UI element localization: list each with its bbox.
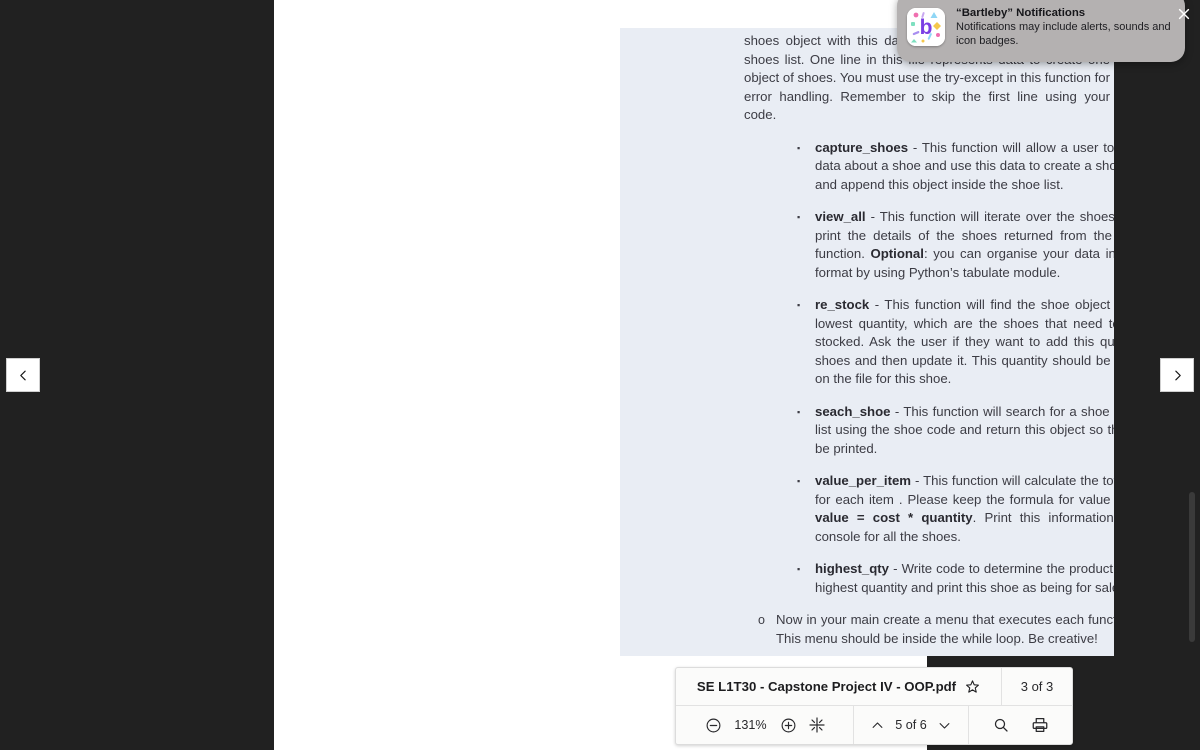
bullet-text: value_per_item - This function will calc… bbox=[815, 472, 1114, 546]
bullet-text: seach_shoe - This function will search f… bbox=[815, 403, 1114, 459]
page-indicator-label: 5 of 6 bbox=[895, 718, 927, 732]
close-icon bbox=[1178, 8, 1190, 20]
function-name: capture_shoes bbox=[815, 139, 909, 155]
bullet-text: highest_qty - Write code to determine th… bbox=[815, 560, 1114, 597]
chevron-left-icon bbox=[19, 370, 26, 380]
list-item: ▪ capture_shoes - This function will all… bbox=[797, 139, 1114, 195]
square-bullet-icon: ▪ bbox=[797, 406, 801, 417]
list-item: ▪ view_all - This function will iterate … bbox=[797, 208, 1114, 282]
function-name: value_per_item bbox=[815, 473, 912, 488]
star-icon[interactable] bbox=[965, 679, 980, 694]
close-button[interactable] bbox=[1174, 4, 1194, 24]
circle-bullet-icon: o bbox=[758, 613, 765, 627]
bullet-emphasis: Optional bbox=[870, 246, 924, 261]
square-bullet-icon: ▪ bbox=[797, 212, 801, 222]
prev-page-button[interactable] bbox=[6, 358, 40, 392]
function-name: re_stock bbox=[815, 297, 870, 312]
closing-instruction: o Now in your main create a menu that ex… bbox=[758, 611, 1114, 648]
function-bullet-list: ▪ capture_shoes - This function will all… bbox=[797, 139, 1114, 598]
pdf-toolbar-controls-row: 131% 5 of 6 bbox=[676, 706, 1072, 744]
bullet-emphasis: value = cost * quantity bbox=[815, 510, 973, 525]
chevron-right-icon bbox=[1174, 370, 1181, 380]
function-name: highest_qty bbox=[815, 561, 890, 576]
list-item: ▪ seach_shoe - This function will search… bbox=[797, 403, 1114, 459]
notification-title: “Bartleby” Notifications bbox=[956, 7, 1086, 19]
file-name-label: SE L1T30 - Capstone Project IV - OOP.pdf bbox=[696, 679, 957, 694]
zoom-level-label: 131% bbox=[734, 718, 767, 732]
zoom-out-icon[interactable] bbox=[705, 717, 722, 734]
list-item: ▪ highest_qty - Write code to determine … bbox=[797, 560, 1114, 597]
bullet-text: view_all - This function will iterate ov… bbox=[815, 208, 1114, 282]
list-item: ▪ re_stock - This function will find the… bbox=[797, 296, 1114, 389]
page-down-icon[interactable] bbox=[937, 718, 952, 733]
closing-text: Now in your main create a menu that exec… bbox=[776, 612, 1114, 646]
pdf-viewer-pane: shoes object with this data and append t… bbox=[274, 0, 1114, 750]
file-title-cell: SE L1T30 - Capstone Project IV - OOP.pdf bbox=[676, 668, 1002, 705]
tool-buttons bbox=[969, 706, 1072, 744]
app-icon-artwork: b bbox=[907, 8, 945, 46]
function-name: view_all bbox=[815, 209, 866, 224]
square-bullet-icon: ▪ bbox=[797, 564, 801, 574]
list-item: ▪ value_per_item - This function will ca… bbox=[797, 472, 1114, 546]
zoom-controls: 131% bbox=[676, 706, 854, 744]
square-bullet-icon: ▪ bbox=[797, 142, 801, 153]
bartleby-app-icon: b bbox=[907, 8, 945, 46]
print-icon[interactable] bbox=[1031, 716, 1049, 734]
scrollbar-track[interactable] bbox=[1187, 0, 1197, 750]
pdf-page: shoes object with this data and append t… bbox=[620, 28, 1114, 656]
bullet-text: capture_shoes - This function will allow… bbox=[815, 139, 1114, 195]
file-count-label: 3 of 3 bbox=[1020, 679, 1054, 694]
notification-banner[interactable]: b “Bartleby” Notifications Notifications… bbox=[897, 0, 1185, 62]
screen-root: shoes object with this data and append t… bbox=[0, 0, 1200, 750]
notification-body: Notifications may include alerts, sounds… bbox=[956, 21, 1171, 47]
notification-text: “Bartleby” Notifications Notifications m… bbox=[956, 6, 1171, 48]
search-icon[interactable] bbox=[993, 717, 1009, 733]
pdf-toolbar-title-row: SE L1T30 - Capstone Project IV - OOP.pdf… bbox=[676, 668, 1072, 706]
page-navigation: 5 of 6 bbox=[854, 706, 969, 744]
list-item: o Now in your main create a menu that ex… bbox=[758, 611, 1114, 648]
square-bullet-icon: ▪ bbox=[797, 476, 801, 486]
fit-page-icon[interactable] bbox=[808, 717, 825, 733]
square-bullet-icon: ▪ bbox=[797, 300, 801, 310]
svg-text:b: b bbox=[920, 16, 933, 39]
pdf-page-content: shoes object with this data and append t… bbox=[744, 32, 1114, 656]
pdf-toolbar: SE L1T30 - Capstone Project IV - OOP.pdf… bbox=[675, 667, 1073, 745]
zoom-in-icon[interactable] bbox=[780, 717, 797, 734]
page-up-icon[interactable] bbox=[870, 718, 885, 733]
bullet-text: re_stock - This function will find the s… bbox=[815, 296, 1114, 389]
function-name: seach_shoe bbox=[815, 403, 891, 419]
scrollbar-thumb[interactable] bbox=[1189, 492, 1195, 642]
